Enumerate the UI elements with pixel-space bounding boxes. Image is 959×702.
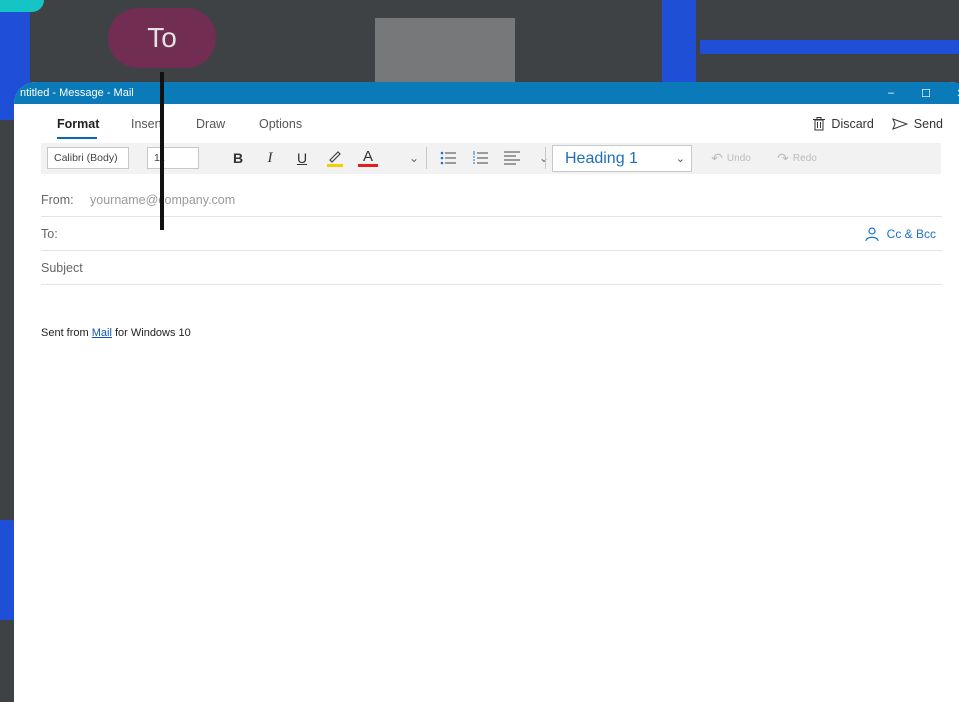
- discard-button[interactable]: Discard: [813, 117, 874, 131]
- bulleted-list-icon: [440, 151, 456, 165]
- bold-button[interactable]: B: [227, 147, 249, 169]
- signature-suffix: for Windows 10: [111, 327, 191, 339]
- cc-bcc-label: Cc & Bcc: [886, 227, 936, 241]
- trash-icon: [813, 117, 826, 131]
- redo-label: Redo: [792, 152, 817, 164]
- bullets-button[interactable]: [437, 147, 459, 169]
- window-title: ntitled - Message - Mail: [20, 87, 134, 99]
- background-stripe: [662, 0, 696, 82]
- align-button[interactable]: [501, 147, 523, 169]
- style-select[interactable]: Heading 1 ⌄: [552, 145, 692, 172]
- tab-draw[interactable]: Draw: [196, 117, 225, 131]
- font-color-button[interactable]: A: [357, 147, 379, 169]
- background-block: [375, 18, 515, 82]
- to-callout-bubble: To: [108, 8, 216, 68]
- background-stripe: [700, 40, 959, 54]
- discard-label: Discard: [831, 117, 874, 131]
- from-label: From:: [41, 193, 74, 207]
- toolbar-divider: [426, 147, 427, 169]
- signature: Sent from Mail for Windows 10: [41, 327, 191, 339]
- chevron-down-icon: ⌄: [675, 153, 685, 165]
- active-tab-indicator: [57, 137, 97, 139]
- font-color-letter: A: [362, 148, 373, 165]
- tab-format[interactable]: Format: [57, 117, 99, 131]
- signature-prefix: Sent from: [41, 327, 92, 339]
- background-stripe: [0, 520, 14, 620]
- font-size-select[interactable]: 11: [147, 147, 199, 169]
- font-family-select[interactable]: Calibri (Body): [47, 147, 129, 169]
- redo-button[interactable]: ↷ Redo: [767, 147, 827, 169]
- maximize-button[interactable]: ☐: [911, 82, 941, 104]
- highlight-button[interactable]: [324, 147, 346, 169]
- underline-button[interactable]: U: [291, 147, 313, 169]
- numbered-list-icon: [473, 151, 488, 164]
- subject-placeholder: Subject: [41, 261, 83, 275]
- highlighter-icon: [327, 151, 343, 167]
- font-color-swatch: [358, 164, 378, 167]
- to-field[interactable]: To: Cc & Bcc: [41, 227, 942, 251]
- title-bar: ntitled - Message - Mail – ☐ ✕: [14, 82, 959, 104]
- subject-field[interactable]: Subject: [41, 261, 942, 285]
- format-toolbar: Calibri (Body) 11 B I U A ⌄ ⌄ Heading 1 …: [41, 143, 941, 174]
- tab-options[interactable]: Options: [259, 117, 302, 131]
- cc-bcc-button[interactable]: Cc & Bcc: [865, 227, 936, 241]
- contact-icon: [865, 227, 879, 241]
- from-field: From: yourname@company.com: [41, 193, 942, 217]
- align-left-icon: [504, 151, 520, 165]
- minimize-button[interactable]: –: [876, 82, 906, 104]
- background-accent: [0, 0, 44, 12]
- style-select-value: Heading 1: [565, 149, 638, 167]
- undo-button[interactable]: ↶ Undo: [701, 147, 761, 169]
- undo-label: Undo: [726, 152, 751, 164]
- send-button[interactable]: Send: [891, 117, 943, 131]
- close-button[interactable]: ✕: [946, 82, 959, 104]
- undo-icon: ↶: [711, 149, 723, 166]
- toolbar-divider: [545, 147, 546, 169]
- italic-button[interactable]: I: [259, 147, 281, 169]
- mail-compose-window: ntitled - Message - Mail – ☐ ✕ Format In…: [14, 82, 959, 702]
- to-label: To:: [41, 227, 58, 241]
- compose-actions: Discard Send: [813, 117, 943, 131]
- send-icon: [891, 118, 908, 130]
- redo-icon: ↷: [777, 149, 789, 166]
- tab-insert[interactable]: Insert: [131, 117, 162, 131]
- send-label: Send: [913, 117, 943, 131]
- more-format-chevron[interactable]: ⌄: [403, 147, 425, 169]
- callout-pointer-line: [160, 72, 164, 230]
- numbering-button[interactable]: [469, 147, 491, 169]
- mail-link[interactable]: Mail: [92, 327, 112, 339]
